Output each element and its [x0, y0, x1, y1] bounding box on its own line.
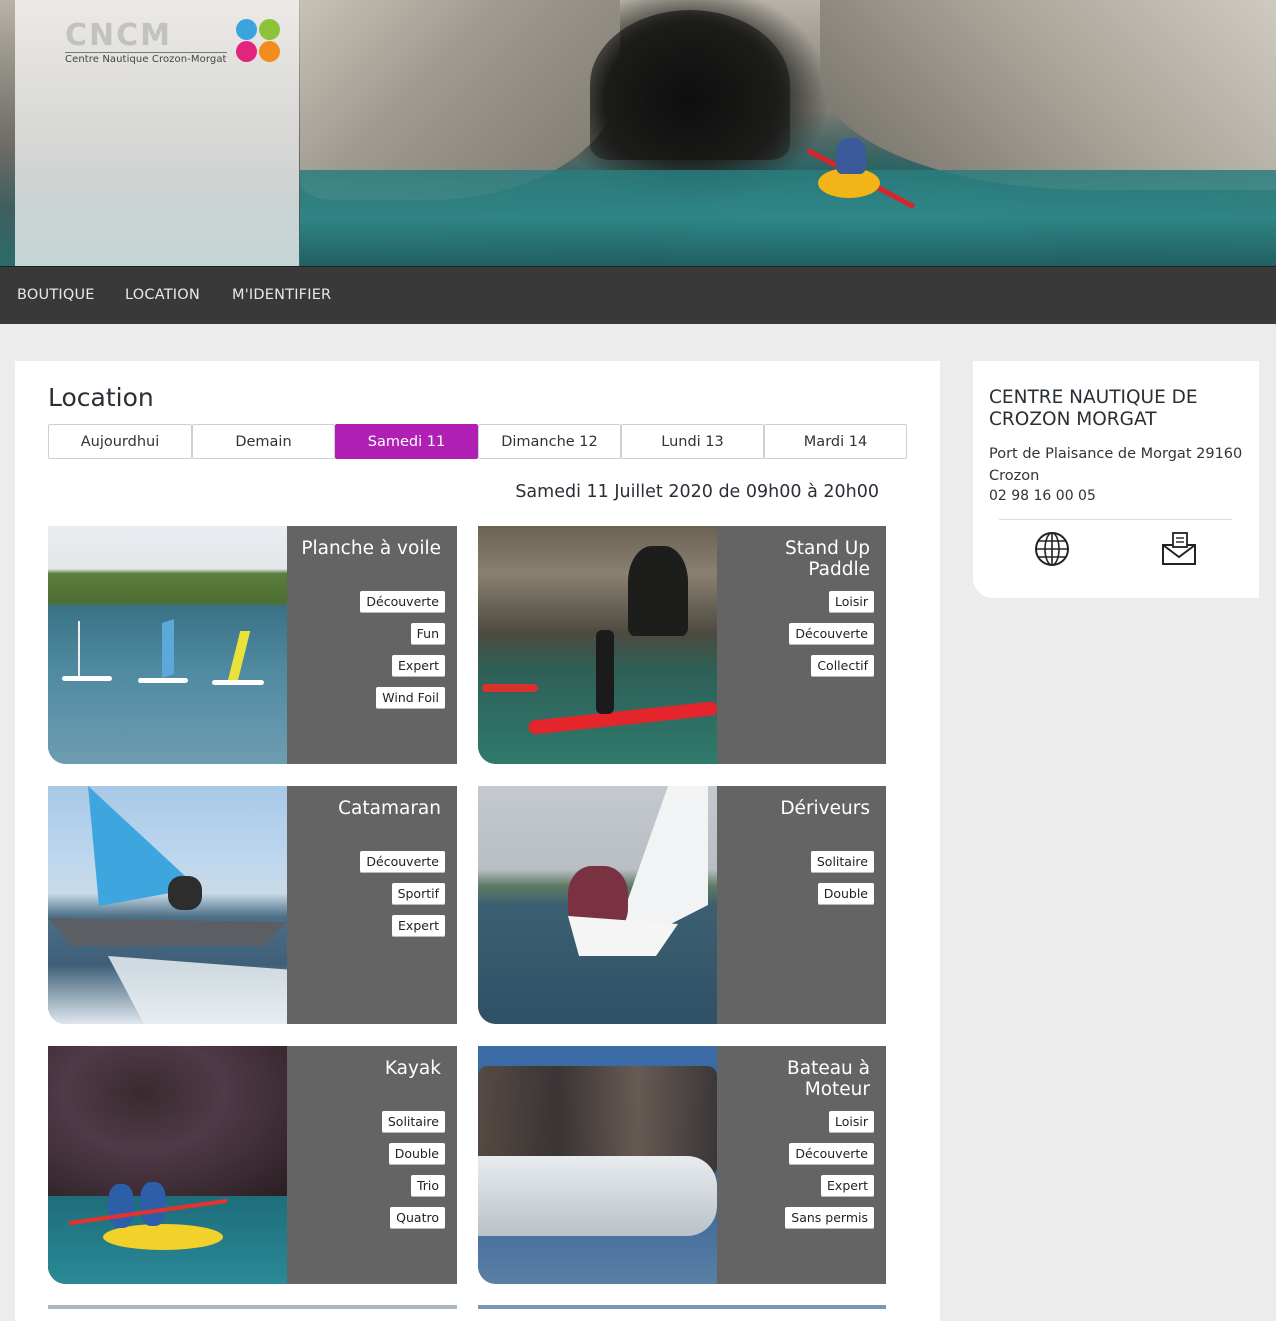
option-button[interactable]: Loisir: [829, 591, 874, 613]
paddler: [596, 630, 614, 714]
card-deriveurs[interactable]: Dériveurs Solitaire Double: [478, 786, 886, 1024]
header-banner: CNCM Centre Nautique Crozon-Morgat: [0, 0, 1276, 266]
hull: [48, 918, 287, 946]
option-button[interactable]: Découverte: [360, 591, 445, 613]
logo-dot-orange-icon: [259, 41, 280, 62]
board: [212, 680, 264, 685]
nav-item-identifier[interactable]: M'IDENTIFIER: [232, 287, 331, 303]
next-card-peek: [48, 1305, 457, 1309]
paddle-board: [527, 701, 717, 735]
card-options: Découverte Fun Expert Wind Foil: [305, 591, 445, 719]
banner-rock-right: [820, 0, 1276, 190]
option-button[interactable]: Loisir: [829, 1111, 874, 1133]
kayaker: [108, 1184, 134, 1228]
option-button[interactable]: Trio: [410, 1175, 445, 1197]
card-stand-up-paddle[interactable]: Stand Up Paddle Loisir Découverte Collec…: [478, 526, 886, 764]
banner-kayaker: [836, 138, 866, 174]
card-options: Découverte Sportif Expert: [305, 851, 445, 947]
mail-icon[interactable]: [1161, 531, 1197, 567]
option-button[interactable]: Double: [388, 1143, 445, 1165]
option-button[interactable]: Découverte: [789, 623, 874, 645]
option-button[interactable]: Expert: [821, 1175, 874, 1197]
option-button[interactable]: Quatro: [390, 1207, 445, 1229]
crew: [168, 876, 202, 910]
next-card-peek: [478, 1305, 886, 1309]
logo-panel[interactable]: CNCM Centre Nautique Crozon-Morgat: [15, 0, 299, 266]
logo-dot-blue-icon: [236, 19, 257, 40]
divider: [999, 519, 1232, 520]
card-title: Dériveurs: [780, 798, 870, 819]
card-kayak[interactable]: Kayak Solitaire Double Trio Quatro: [48, 1046, 457, 1284]
logo-subtitle: Centre Nautique Crozon-Morgat: [65, 52, 227, 65]
wake: [108, 956, 287, 1024]
card-options: Solitaire Double: [734, 851, 874, 915]
kayaker: [140, 1182, 166, 1226]
nav-item-location[interactable]: LOCATION: [125, 287, 200, 303]
day-tabs: Aujourdhui Demain Samedi 11 Dimanche 12 …: [48, 424, 907, 461]
board-small: [482, 684, 538, 692]
option-button[interactable]: Solitaire: [381, 1111, 445, 1133]
photo-bateau: [478, 1046, 717, 1284]
option-button[interactable]: Fun: [410, 623, 445, 645]
center-address: Port de Plaisance de Morgat 29160 Crozon: [989, 446, 1243, 484]
option-button[interactable]: Wind Foil: [376, 687, 445, 709]
card-bateau-a-moteur[interactable]: Bateau à Moteur Loisir Découverte Expert…: [478, 1046, 886, 1284]
tab-dimanche-12[interactable]: Dimanche 12: [478, 424, 621, 459]
banner-water: [300, 170, 1276, 266]
tab-aujourdhui[interactable]: Aujourdhui: [48, 424, 192, 459]
sail-yellow: [227, 631, 251, 681]
card-options: Loisir Découverte Expert Sans permis: [734, 1111, 874, 1239]
option-button[interactable]: Découverte: [360, 851, 445, 873]
photo-planche: [48, 526, 287, 764]
center-name: CENTRE NAUTIQUE DE CROZON MORGAT: [989, 387, 1198, 430]
logo-dot-green-icon: [259, 19, 280, 40]
tab-mardi-14[interactable]: Mardi 14: [764, 424, 907, 459]
dinghy-hull: [478, 1156, 717, 1236]
option-button[interactable]: Solitaire: [810, 851, 874, 873]
card-title: Kayak: [384, 1058, 441, 1079]
globe-icon[interactable]: [1034, 531, 1070, 567]
option-button[interactable]: Sans permis: [785, 1207, 874, 1229]
photo-kayak: [48, 1046, 287, 1284]
logo-icons: [236, 19, 282, 63]
mast: [78, 621, 80, 676]
option-button[interactable]: Sportif: [391, 883, 445, 905]
photo-catamaran: [48, 786, 287, 1024]
photo-sup: [478, 526, 717, 764]
center-info-panel: CENTRE NAUTIQUE DE CROZON MORGAT Port de…: [973, 361, 1259, 598]
main-nav: BOUTIQUE LOCATION M'IDENTIFIER: [0, 266, 1276, 324]
photo-deriveur: [478, 786, 717, 1024]
option-button[interactable]: Découverte: [789, 1143, 874, 1165]
board: [62, 676, 112, 681]
center-phone[interactable]: 02 98 16 00 05: [989, 488, 1096, 504]
date-range: Samedi 11 Juillet 2020 de 09h00 à 20h00: [515, 482, 879, 502]
banner-cave: [590, 10, 790, 160]
card-planche-a-voile[interactable]: Planche à voile Découverte Fun Expert Wi…: [48, 526, 457, 764]
option-button[interactable]: Double: [817, 883, 874, 905]
cave: [628, 546, 688, 636]
logo-wordmark: CNCM: [65, 18, 172, 53]
card-options: Loisir Découverte Collectif: [734, 591, 874, 687]
card-title: Catamaran: [338, 798, 441, 819]
page-title: Location: [48, 383, 154, 412]
main-panel: Location Aujourdhui Demain Samedi 11 Dim…: [15, 361, 940, 1321]
nav-item-boutique[interactable]: BOUTIQUE: [17, 287, 95, 303]
tab-demain[interactable]: Demain: [192, 424, 335, 459]
card-options: Solitaire Double Trio Quatro: [305, 1111, 445, 1239]
card-title: Bateau à Moteur: [787, 1058, 870, 1100]
option-button[interactable]: Expert: [392, 655, 445, 677]
card-title: Planche à voile: [301, 538, 441, 559]
board: [138, 678, 188, 683]
option-button[interactable]: Expert: [392, 915, 445, 937]
tab-lundi-13[interactable]: Lundi 13: [621, 424, 764, 459]
option-button[interactable]: Collectif: [811, 655, 874, 677]
sail-blue: [162, 619, 174, 678]
card-catamaran[interactable]: Catamaran Découverte Sportif Expert: [48, 786, 457, 1024]
tab-samedi-11[interactable]: Samedi 11: [335, 424, 478, 459]
logo-dot-pink-icon: [236, 41, 257, 62]
card-title: Stand Up Paddle: [785, 538, 870, 580]
